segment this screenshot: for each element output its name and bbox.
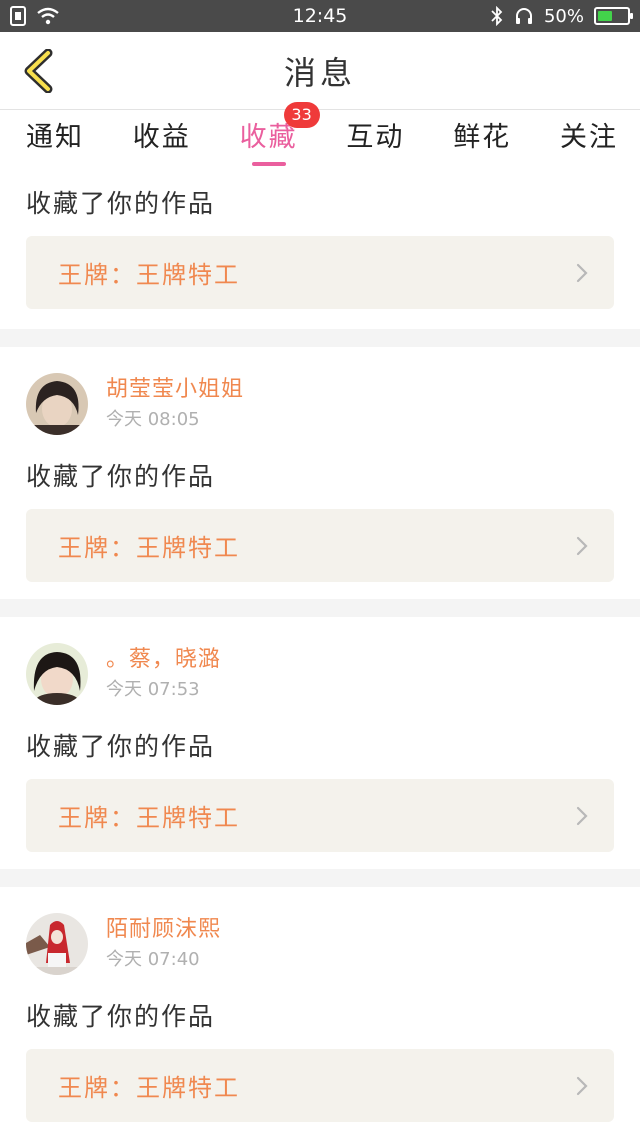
tab-notifications[interactable]: 通知	[26, 110, 84, 172]
message-card: 胡莹莹小姐姐 今天 08:05 收藏了你的作品 王牌：王牌特工	[0, 347, 640, 599]
page-title: 消息	[283, 53, 356, 92]
work-link[interactable]: 王牌：王牌特工	[26, 509, 614, 582]
tab-following[interactable]: 关注	[560, 110, 618, 172]
user-row: 。蔡，晓潞 今天 07:53	[26, 643, 614, 705]
chevron-right-icon	[574, 1075, 590, 1097]
avatar[interactable]	[26, 373, 88, 435]
tab-interactions[interactable]: 互动	[346, 110, 404, 172]
username[interactable]: 陌耐顾沫熙	[106, 915, 221, 945]
work-link[interactable]: 王牌：王牌特工	[26, 1049, 614, 1122]
chevron-right-icon	[574, 805, 590, 827]
battery-icon	[594, 7, 633, 25]
work-title: 王牌：王牌特工	[58, 261, 240, 289]
user-row: 胡莹莹小姐姐 今天 08:05	[26, 373, 614, 435]
tab-label: 互动	[346, 122, 405, 153]
work-link[interactable]: 王牌：王牌特工	[26, 236, 614, 309]
action-text: 收藏了你的作品	[26, 1002, 216, 1031]
tab-label: 收藏	[239, 122, 298, 153]
tab-favorites[interactable]: 收藏 33	[239, 102, 320, 172]
avatar[interactable]	[26, 913, 88, 975]
work-link[interactable]: 王牌：王牌特工	[26, 779, 614, 852]
wifi-icon	[37, 7, 59, 25]
chevron-right-icon	[574, 535, 590, 557]
status-bar: 12:45 50%	[0, 0, 640, 32]
work-title: 王牌：王牌特工	[58, 1074, 240, 1102]
message-card: 。蔡，晓潞 今天 07:53 收藏了你的作品 王牌：王牌特工	[0, 617, 640, 869]
tab-label: 收益	[132, 122, 191, 153]
headset-icon	[515, 8, 532, 24]
battery-percent: 50%	[543, 5, 584, 27]
bluetooth-icon	[491, 6, 503, 26]
tab-flowers[interactable]: 鲜花	[453, 110, 511, 172]
work-title: 王牌：王牌特工	[58, 534, 240, 562]
chevron-right-icon	[574, 262, 590, 284]
timestamp: 今天 07:40	[106, 949, 200, 970]
tab-bar: 通知 收益 收藏 33 互动 鲜花 关注	[0, 102, 640, 172]
timestamp: 今天 08:05	[106, 409, 200, 430]
back-button[interactable]	[14, 46, 62, 96]
action-text: 收藏了你的作品	[26, 189, 216, 218]
header: 消息	[0, 32, 640, 110]
tab-label: 鲜花	[453, 122, 512, 153]
message-card: 陌耐顾沫熙 今天 07:40 收藏了你的作品 王牌：王牌特工	[0, 887, 640, 1138]
avatar[interactable]	[26, 643, 88, 705]
username[interactable]: 。蔡，晓潞	[106, 645, 221, 675]
work-title: 王牌：王牌特工	[58, 804, 240, 832]
action-text: 收藏了你的作品	[26, 732, 216, 761]
timestamp: 今天 07:53	[106, 679, 200, 700]
back-arrow-icon	[24, 49, 53, 93]
message-card: 收藏了你的作品 王牌：王牌特工	[0, 172, 640, 329]
tab-earnings[interactable]: 收益	[133, 110, 191, 172]
sim-card-icon	[10, 6, 26, 26]
active-tab-indicator	[251, 162, 286, 166]
tab-label: 通知	[26, 122, 84, 153]
battery-level	[598, 11, 612, 21]
action-text: 收藏了你的作品	[26, 462, 216, 491]
message-feed[interactable]: 收藏了你的作品 王牌：王牌特工 胡莹莹小姐姐 今天 08:05 收藏了你的作品 …	[0, 172, 640, 1138]
tab-label: 关注	[559, 122, 618, 153]
user-row: 陌耐顾沫熙 今天 07:40	[26, 913, 614, 975]
username[interactable]: 胡莹莹小姐姐	[106, 375, 244, 405]
unread-badge: 33	[283, 102, 320, 128]
